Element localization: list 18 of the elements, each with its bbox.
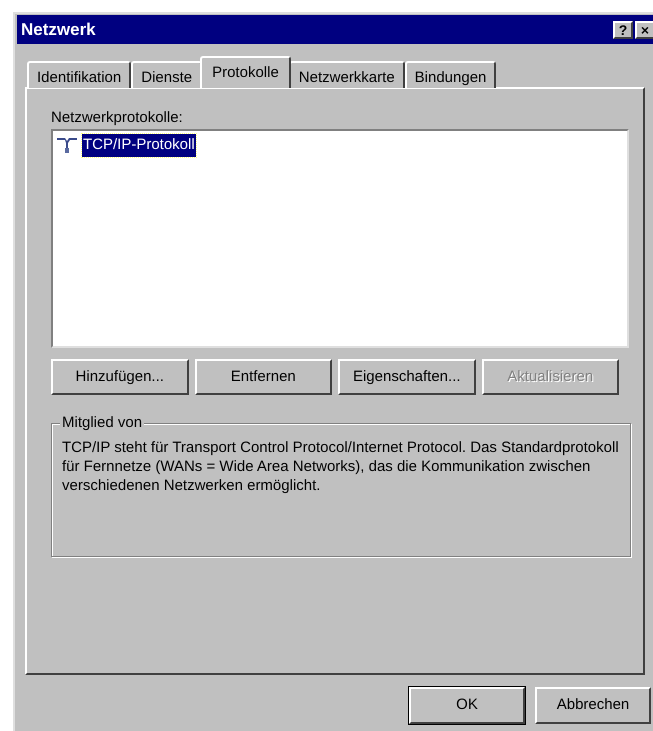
group-title: Mitglied von <box>60 414 144 432</box>
action-button[interactable]: Entfernen <box>194 359 332 395</box>
network-cable-icon <box>56 136 78 154</box>
cancel-button[interactable]: Abbrechen <box>535 687 651 724</box>
action-button[interactable]: Eigenschaften... <box>338 359 476 395</box>
description-text: TCP/IP steht für Transport Control Protocol/Internet Protocol. Das Standardprotokoll für Fernnetze (WANs = Wide Area Networks), das die Kommunikation zwischen verschiedenen Netzwerken ermöglicht. <box>62 438 620 495</box>
tab[interactable]: Dienste <box>131 61 202 88</box>
window-title: Netzwerk <box>21 18 97 41</box>
tab[interactable]: Netzwerkkarte <box>288 61 405 88</box>
list-item[interactable]: TCP/IP-Protokoll <box>82 134 196 156</box>
help-button[interactable]: ? <box>613 20 633 38</box>
action-button[interactable]: Hinzufügen... <box>51 359 188 395</box>
list-label: Netzwerkprotokolle: <box>51 108 184 128</box>
tab[interactable]: Bindungen <box>404 61 496 88</box>
close-button[interactable]: × <box>635 20 653 38</box>
tab[interactable]: Protokolle <box>200 56 291 88</box>
tab[interactable]: Identifikation <box>27 61 132 88</box>
ok-button[interactable]: OK <box>409 687 525 724</box>
